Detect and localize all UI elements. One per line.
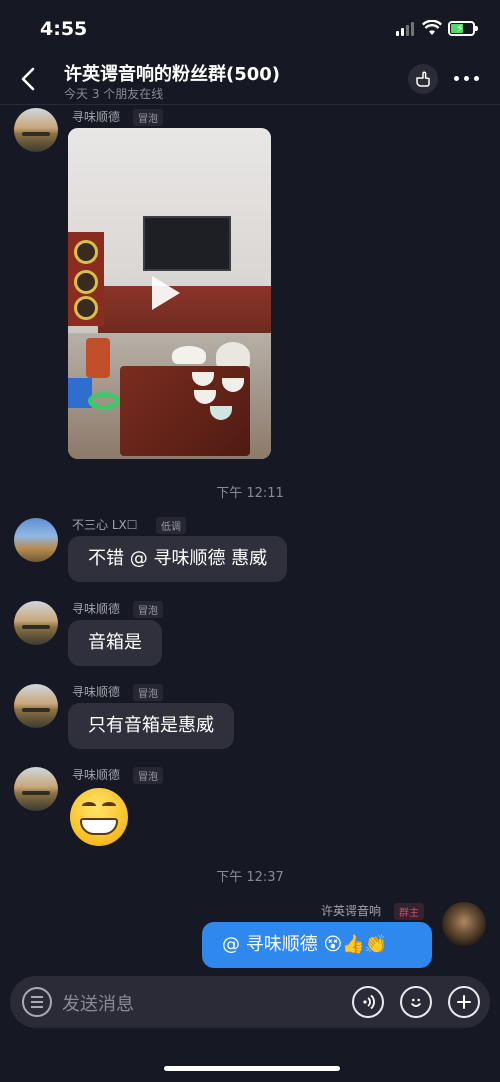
avatar[interactable] [442, 902, 486, 946]
message-bubble[interactable]: 只有音箱是惠威 [68, 703, 234, 749]
more-options-icon[interactable] [454, 76, 480, 82]
plus-icon[interactable] [448, 986, 480, 1018]
group-title[interactable]: 许英谔音响的粉丝群(500) [64, 60, 280, 86]
member-tag: 冒泡 [133, 109, 163, 126]
sender-name[interactable]: 寻味顺德 [72, 683, 120, 700]
header-divider [0, 104, 500, 105]
message-bubble[interactable]: @ 寻味顺德 😵👍👏 [202, 922, 432, 968]
online-count: 今天 3 个朋友在线 [64, 87, 164, 101]
wifi-icon [422, 20, 442, 35]
message-bubble[interactable]: 音箱是 [68, 620, 162, 666]
avatar[interactable] [14, 684, 58, 728]
member-tag: 低调 [156, 517, 186, 534]
owner-tag: 群主 [394, 903, 424, 920]
timestamp: 下午 12:37 [216, 870, 284, 885]
sender-name[interactable]: 许英谔音响 [321, 902, 381, 919]
play-icon[interactable] [152, 276, 180, 310]
menu-icon[interactable] [22, 987, 52, 1017]
home-indicator [164, 1066, 340, 1071]
member-tag: 冒泡 [133, 767, 163, 784]
message-input[interactable]: 发送消息 [62, 990, 134, 1016]
battery-icon: ⚡ [448, 21, 478, 36]
sender-name[interactable]: 寻味顺德 [72, 108, 120, 125]
voice-icon[interactable] [352, 986, 384, 1018]
sender-name[interactable]: 寻味顺德 [72, 766, 120, 783]
sender-name[interactable]: 不三心 LX☐ [72, 516, 137, 533]
timestamp: 下午 12:11 [216, 486, 284, 501]
avatar[interactable] [14, 518, 58, 562]
message-input-bar[interactable]: 发送消息 [10, 976, 490, 1028]
message-bubble[interactable]: 不错 @ 寻味顺德 惠威 [68, 536, 288, 582]
pointing-hand-icon[interactable] [408, 64, 438, 94]
grinning-face-emoji-icon[interactable] [70, 788, 128, 846]
signal-icon [396, 22, 414, 36]
status-bar: 4:55 ⚡ [0, 0, 500, 56]
back-chevron-icon[interactable] [18, 66, 40, 92]
status-time: 4:55 [40, 18, 88, 40]
member-tag: 冒泡 [133, 601, 163, 618]
avatar[interactable] [14, 601, 58, 645]
sender-name[interactable]: 寻味顺德 [72, 600, 120, 617]
member-tag: 冒泡 [133, 684, 163, 701]
emoji-icon[interactable] [400, 986, 432, 1018]
avatar[interactable] [14, 108, 58, 152]
video-message[interactable] [68, 128, 271, 459]
chat-header: 许英谔音响的粉丝群(500) 今天 3 个朋友在线 [0, 56, 500, 104]
avatar[interactable] [14, 767, 58, 811]
